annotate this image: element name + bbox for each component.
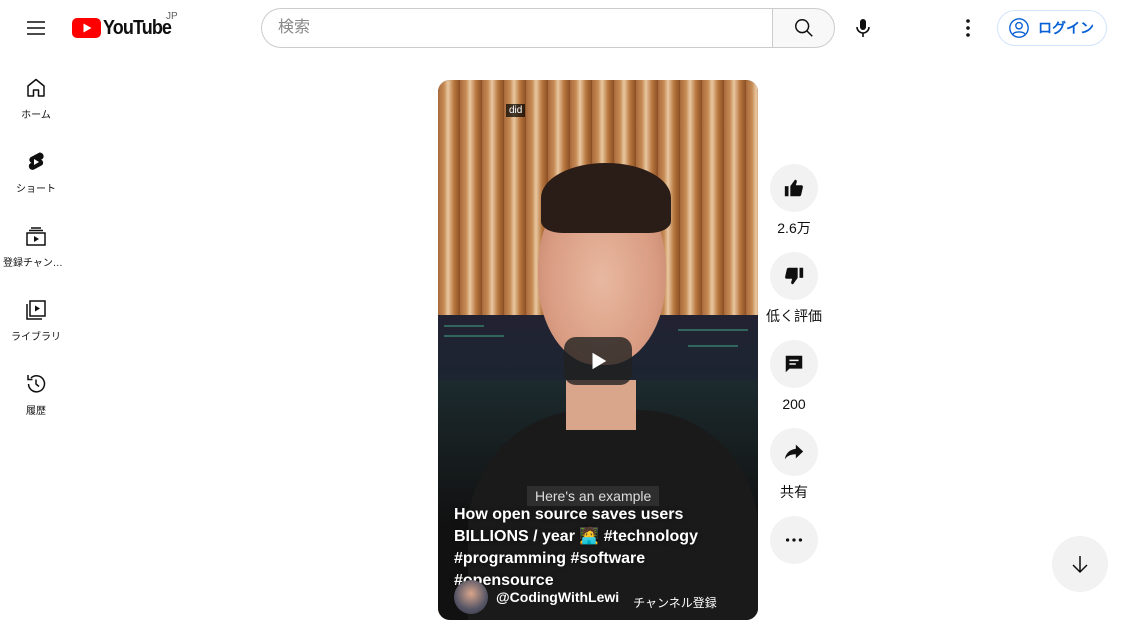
search-box bbox=[261, 8, 835, 48]
more-actions-button[interactable] bbox=[770, 516, 818, 564]
youtube-play-logo-icon bbox=[72, 18, 101, 38]
subscriptions-icon bbox=[26, 227, 46, 246]
logo-text: YouTube bbox=[103, 16, 172, 39]
more-action bbox=[770, 516, 818, 564]
sidebar-item-shorts[interactable]: ショート bbox=[0, 130, 72, 204]
microphone-icon bbox=[856, 19, 870, 37]
masthead: YouTube JP ログイン bbox=[0, 0, 1124, 56]
share-label: 共有 bbox=[780, 484, 808, 500]
hamburger-icon bbox=[27, 21, 45, 35]
account-circle-icon bbox=[1009, 18, 1029, 38]
dislike-label: 低く評価 bbox=[766, 308, 822, 324]
sidebar-item-history[interactable]: 履歴 bbox=[0, 352, 72, 426]
video-caption-top: did bbox=[506, 104, 526, 117]
region-code: JP bbox=[166, 11, 178, 22]
share-action: 共有 bbox=[770, 428, 818, 502]
comment-icon bbox=[785, 355, 803, 373]
next-video-button[interactable] bbox=[1052, 536, 1108, 592]
sidebar-item-label: ショート bbox=[16, 184, 56, 195]
thumbs-down-icon bbox=[785, 267, 804, 285]
channel-avatar[interactable] bbox=[454, 580, 488, 614]
dislike-action: 低く評価 bbox=[766, 252, 822, 326]
shorts-actions: 2.6万 低く評価 200 共有 bbox=[766, 164, 822, 564]
share-button[interactable] bbox=[770, 428, 818, 476]
search-input[interactable] bbox=[261, 8, 772, 48]
thumbs-up-icon bbox=[784, 179, 803, 197]
settings-menu-button[interactable] bbox=[948, 8, 988, 48]
shorts-icon bbox=[28, 152, 44, 170]
comment-count: 200 bbox=[782, 396, 806, 412]
login-button[interactable]: ログイン bbox=[997, 10, 1107, 46]
channel-name[interactable]: @CodingWithLewi bbox=[496, 589, 619, 605]
shorts-video-player[interactable]: did Here's an example How open source sa… bbox=[438, 80, 758, 620]
sidebar-item-label: ホーム bbox=[21, 110, 51, 121]
sidebar-item-label: ライブラリ bbox=[11, 332, 61, 343]
like-button[interactable] bbox=[770, 164, 818, 212]
play-button[interactable] bbox=[564, 337, 632, 385]
login-label: ログイン bbox=[1038, 20, 1094, 36]
arrow-down-icon bbox=[1072, 556, 1088, 574]
play-icon bbox=[592, 352, 607, 370]
subscribe-button[interactable]: チャンネル登録 bbox=[633, 594, 717, 611]
comment-action: 200 bbox=[770, 340, 818, 414]
sidebar-item-library[interactable]: ライブラリ bbox=[0, 278, 72, 352]
mini-guide: ホーム ショート 登録チャンネル ライブラリ 履歴 bbox=[0, 56, 72, 426]
search-icon bbox=[794, 19, 813, 37]
more-horizontal-icon bbox=[785, 538, 803, 542]
sidebar-item-subscriptions[interactable]: 登録チャンネル bbox=[0, 204, 72, 278]
share-icon bbox=[784, 444, 804, 460]
search-button[interactable] bbox=[772, 8, 835, 48]
video-title[interactable]: How open source saves users BILLIONS / y… bbox=[454, 504, 749, 592]
sidebar-item-label: 履歴 bbox=[26, 406, 46, 417]
history-icon bbox=[27, 375, 46, 393]
sidebar-item-label: 登録チャンネル bbox=[3, 258, 69, 269]
video-caption-subtitle: Here's an example bbox=[527, 486, 660, 506]
like-action: 2.6万 bbox=[770, 164, 818, 238]
dislike-button[interactable] bbox=[770, 252, 818, 300]
home-icon bbox=[27, 78, 45, 97]
voice-search-button[interactable] bbox=[843, 8, 883, 48]
guide-menu-button[interactable] bbox=[16, 8, 56, 48]
library-icon bbox=[26, 300, 46, 320]
youtube-logo[interactable]: YouTube bbox=[72, 16, 179, 40]
more-vertical-icon bbox=[966, 19, 970, 37]
channel-row: @CodingWithLewi チャンネル登録 bbox=[454, 580, 754, 614]
sidebar-item-home[interactable]: ホーム bbox=[0, 56, 72, 130]
like-count: 2.6万 bbox=[777, 220, 811, 236]
comment-button[interactable] bbox=[770, 340, 818, 388]
